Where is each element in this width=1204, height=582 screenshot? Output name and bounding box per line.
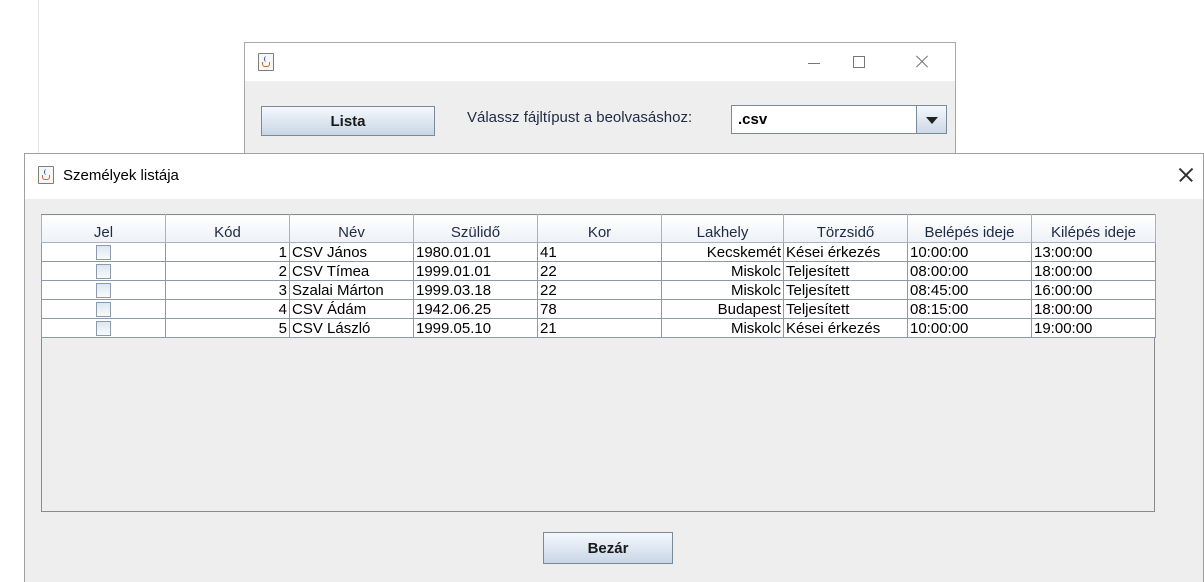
nev-cell[interactable]: CSV László — [289, 318, 414, 338]
torzsido-cell[interactable]: Teljesített — [783, 280, 908, 300]
kor-cell[interactable]: 22 — [537, 261, 662, 281]
kod-cell[interactable]: 4 — [165, 299, 290, 319]
torzsido-cell[interactable]: Teljesített — [783, 299, 908, 319]
nev-cell[interactable]: CSV Ádám — [289, 299, 414, 319]
torzsido-cell[interactable]: Kései érkezés — [783, 318, 908, 338]
kod-cell[interactable]: 1 — [165, 242, 290, 262]
column-header-kod[interactable]: Kód — [165, 214, 290, 243]
nev-cell[interactable]: Szalai Márton — [289, 280, 414, 300]
filetype-selected-value: .csv — [738, 111, 768, 128]
jel-cell[interactable] — [41, 318, 166, 338]
szulido-cell[interactable]: 1999.03.18 — [413, 280, 538, 300]
persons-list-titlebar[interactable]: Személyek listája — [25, 154, 1203, 199]
nev-cell[interactable]: CSV Tímea — [289, 261, 414, 281]
column-header-kor[interactable]: Kor — [537, 214, 662, 243]
table-row[interactable]: 5 CSV László 1999.05.10 21 Miskolc Kései… — [41, 318, 1156, 338]
lakhely-cell[interactable]: Miskolc — [661, 261, 784, 281]
column-header-szulido[interactable]: Szülidő — [413, 214, 538, 243]
belepes-cell[interactable]: 08:15:00 — [907, 299, 1032, 319]
row-checkbox[interactable] — [96, 321, 111, 337]
column-header-torzsido[interactable]: Törzsidő — [783, 214, 908, 243]
jel-cell[interactable] — [41, 261, 166, 281]
belepes-cell[interactable]: 10:00:00 — [907, 242, 1032, 262]
kilepes-cell[interactable]: 16:00:00 — [1031, 280, 1156, 300]
torzsido-cell[interactable]: Teljesített — [783, 261, 908, 281]
row-checkbox[interactable] — [96, 302, 111, 318]
table-header-row: Jel Kód Név Szülidő Kor Lakhely Törzsidő… — [41, 214, 1156, 243]
column-header-nev[interactable]: Név — [289, 214, 414, 243]
row-checkbox[interactable] — [96, 283, 111, 299]
column-header-belepes[interactable]: Belépés ideje — [907, 214, 1032, 243]
szulido-cell[interactable]: 1980.01.01 — [413, 242, 538, 262]
close-icon[interactable] — [1175, 164, 1197, 186]
close-button[interactable]: Bezár — [543, 532, 673, 564]
kor-cell[interactable]: 78 — [537, 299, 662, 319]
persons-table: Jel Kód Név Szülidő Kor Lakhely Törzsidő… — [41, 214, 1156, 338]
lakhely-cell[interactable]: Miskolc — [661, 318, 784, 338]
java-icon — [38, 166, 54, 184]
belepes-cell[interactable]: 10:00:00 — [907, 318, 1032, 338]
persons-table-scrollpane[interactable]: Jel Kód Név Szülidő Kor Lakhely Törzsidő… — [41, 214, 1156, 512]
column-header-lakhely[interactable]: Lakhely — [661, 214, 784, 243]
jel-cell[interactable] — [41, 280, 166, 300]
belepes-cell[interactable]: 08:00:00 — [907, 261, 1032, 281]
lakhely-cell[interactable]: Budapest — [661, 299, 784, 319]
kilepes-cell[interactable]: 18:00:00 — [1031, 299, 1156, 319]
lista-button[interactable]: Lista — [261, 106, 435, 136]
persons-list-window: Személyek listája Jel Kód Név Szülidő Ko… — [24, 153, 1204, 582]
java-icon — [258, 53, 274, 71]
row-checkbox[interactable] — [96, 264, 111, 280]
column-header-jel[interactable]: Jel — [41, 214, 166, 243]
filetype-select[interactable]: .csv — [731, 105, 947, 134]
lakhely-cell[interactable]: Kecskemét — [661, 242, 784, 262]
kilepes-cell[interactable]: 19:00:00 — [1031, 318, 1156, 338]
szulido-cell[interactable]: 1999.05.10 — [413, 318, 538, 338]
main-window-titlebar[interactable] — [245, 43, 955, 81]
belepes-cell[interactable]: 08:45:00 — [907, 280, 1032, 300]
table-row[interactable]: 3 Szalai Márton 1999.03.18 22 Miskolc Te… — [41, 280, 1156, 300]
maximize-icon[interactable] — [848, 51, 870, 73]
nev-cell[interactable]: CSV János — [289, 242, 414, 262]
main-window: Lista Válassz fájltípust a beolvasáshoz:… — [244, 42, 956, 162]
torzsido-cell[interactable]: Kései érkezés — [783, 242, 908, 262]
lakhely-cell[interactable]: Miskolc — [661, 280, 784, 300]
table-row[interactable]: 2 CSV Tímea 1999.01.01 22 Miskolc Teljes… — [41, 261, 1156, 281]
filetype-label: Válassz fájltípust a beolvasáshoz: — [467, 109, 693, 126]
jel-cell[interactable] — [41, 299, 166, 319]
kilepes-cell[interactable]: 13:00:00 — [1031, 242, 1156, 262]
kor-cell[interactable]: 21 — [537, 318, 662, 338]
window-title: Személyek listája — [63, 167, 179, 184]
szulido-cell[interactable]: 1999.01.01 — [413, 261, 538, 281]
kor-cell[interactable]: 41 — [537, 242, 662, 262]
column-header-kilepes[interactable]: Kilépés ideje — [1031, 214, 1156, 243]
kod-cell[interactable]: 5 — [165, 318, 290, 338]
szulido-cell[interactable]: 1942.06.25 — [413, 299, 538, 319]
kod-cell[interactable]: 3 — [165, 280, 290, 300]
chevron-down-icon[interactable] — [916, 106, 946, 133]
table-row[interactable]: 1 CSV János 1980.01.01 41 Kecskemét Kése… — [41, 242, 1156, 262]
close-icon[interactable] — [911, 51, 933, 73]
kor-cell[interactable]: 22 — [537, 280, 662, 300]
jel-cell[interactable] — [41, 242, 166, 262]
table-row[interactable]: 4 CSV Ádám 1942.06.25 78 Budapest Teljes… — [41, 299, 1156, 319]
kod-cell[interactable]: 2 — [165, 261, 290, 281]
kilepes-cell[interactable]: 18:00:00 — [1031, 261, 1156, 281]
minimize-icon[interactable] — [803, 51, 825, 73]
row-checkbox[interactable] — [96, 245, 111, 261]
